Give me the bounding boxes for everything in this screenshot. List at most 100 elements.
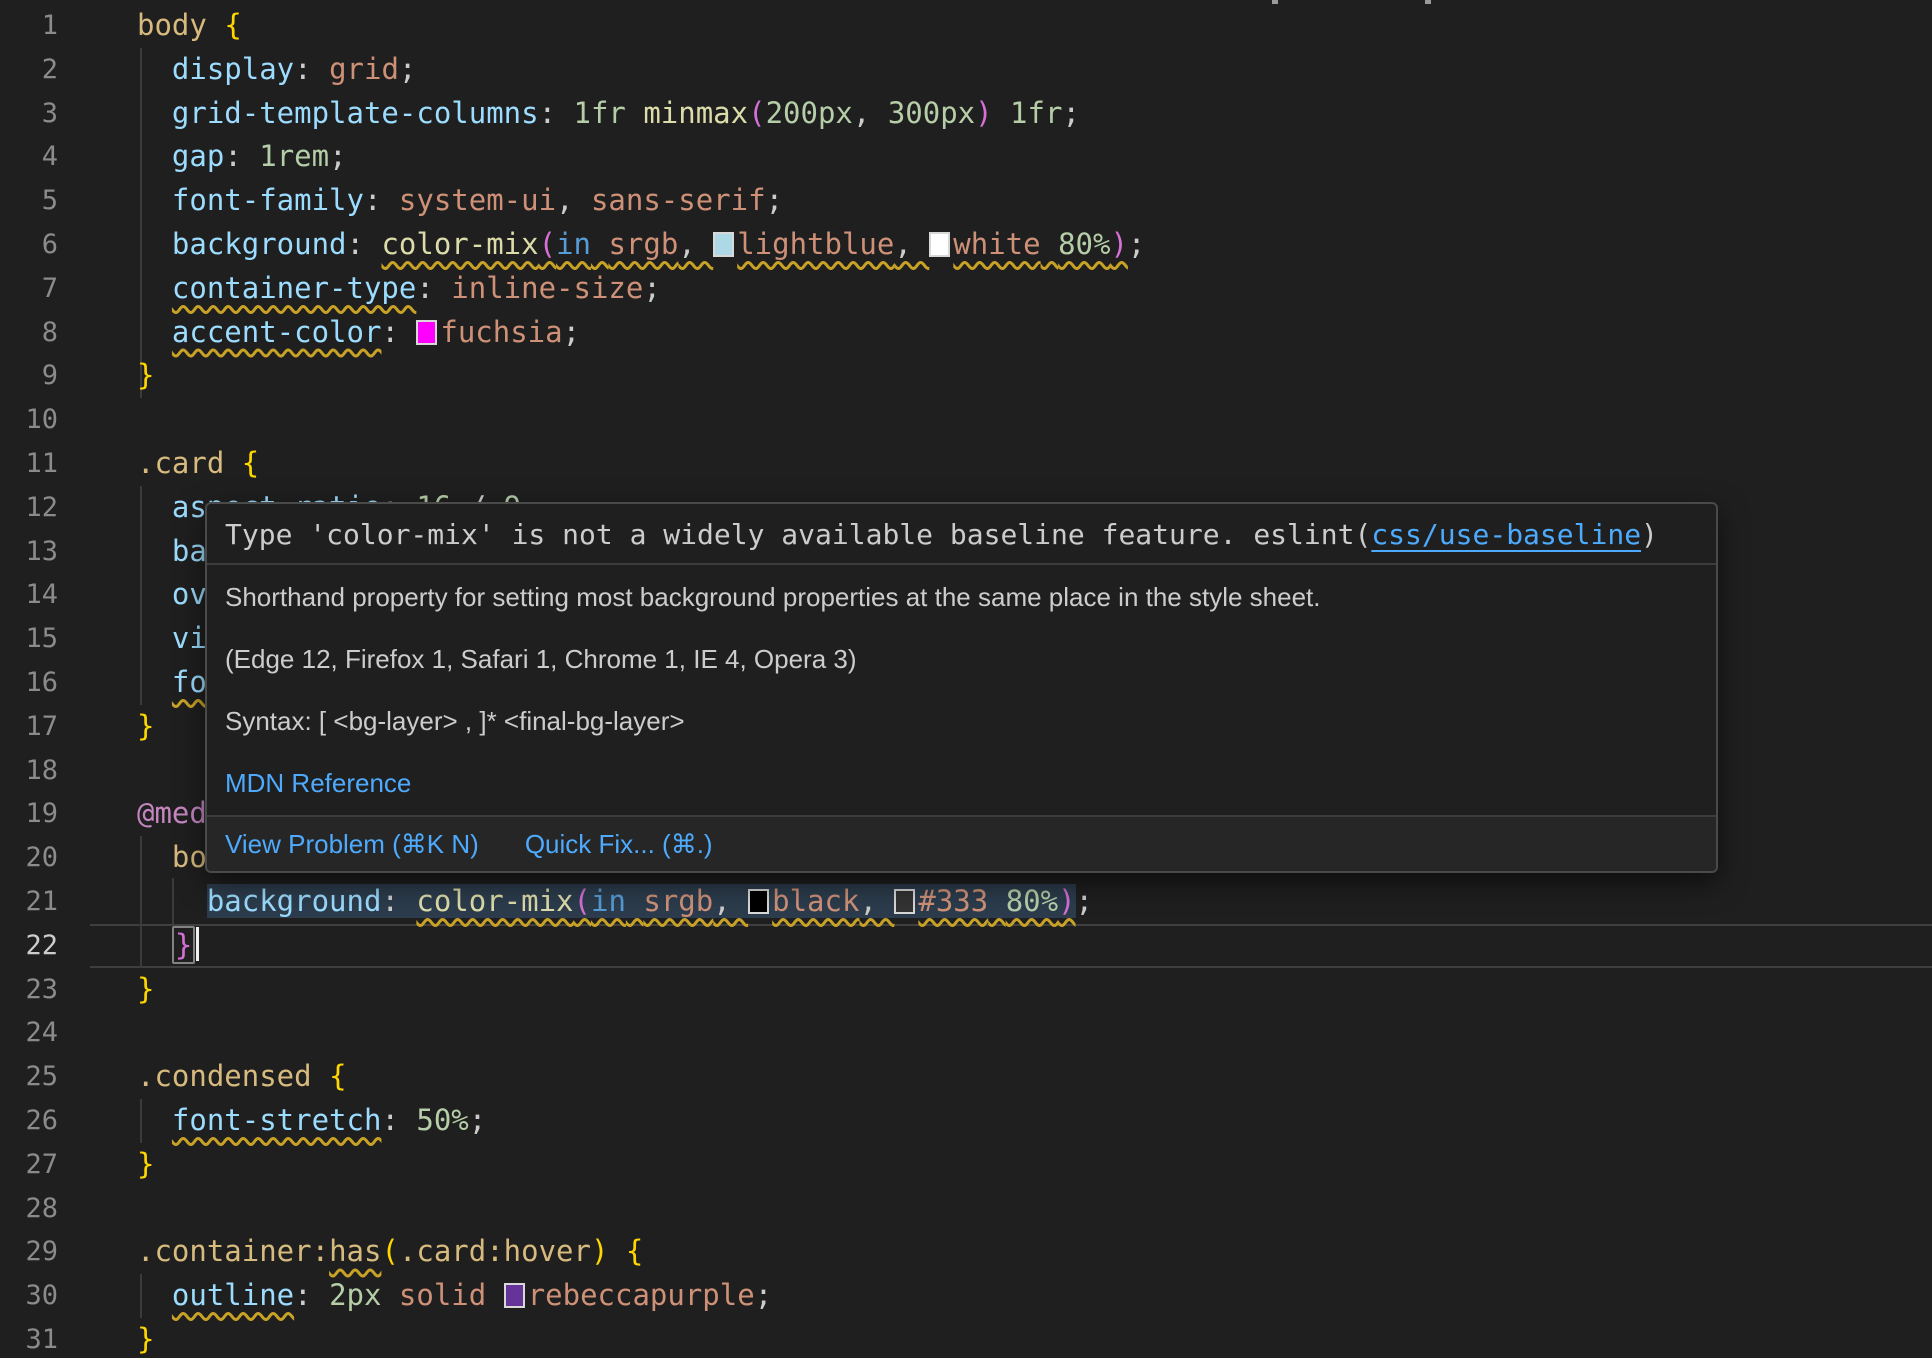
line-number[interactable]: 12: [0, 486, 58, 530]
code-line: 11 .card {: [0, 442, 1932, 486]
line-number[interactable]: 20: [0, 836, 58, 880]
code-token: fuchsia: [440, 315, 562, 349]
line-number[interactable]: 16: [0, 661, 58, 705]
code-text[interactable]: grid-template-columns: 1fr minmax(200px,…: [137, 92, 1080, 136]
code-text[interactable]: .card {: [137, 442, 259, 486]
line-number[interactable]: 5: [0, 179, 58, 223]
code-token: sans-serif: [591, 183, 766, 217]
color-swatch-icon[interactable]: [713, 232, 734, 257]
code-token: ,: [678, 227, 713, 261]
line-number[interactable]: 8: [0, 311, 58, 355]
line-number[interactable]: 11: [0, 442, 58, 486]
code-token: }: [137, 709, 154, 743]
color-swatch-icon[interactable]: [416, 320, 437, 345]
code-text[interactable]: background: color-mix(in srgb, black, #3…: [137, 880, 1093, 924]
code-text[interactable]: font-family: system-ui, sans-serif;: [137, 179, 783, 223]
eslint-rule-link[interactable]: css/use-baseline: [1371, 518, 1641, 551]
line-number[interactable]: 6: [0, 223, 58, 267]
code-text[interactable]: }: [137, 1143, 154, 1187]
code-text[interactable]: vi: [137, 617, 207, 661]
code-text[interactable]: background: color-mix(in srgb, lightblue…: [137, 223, 1145, 267]
code-token: [137, 621, 172, 655]
line-number[interactable]: 24: [0, 1011, 58, 1055]
line-number[interactable]: 13: [0, 530, 58, 574]
code-text[interactable]: body {: [137, 4, 242, 48]
color-swatch-icon[interactable]: [894, 889, 915, 914]
code-token: [137, 577, 172, 611]
code-text[interactable]: display: grid;: [137, 48, 416, 92]
line-number[interactable]: 27: [0, 1143, 58, 1187]
code-text[interactable]: }: [137, 705, 154, 749]
code-token: minmax: [643, 96, 748, 130]
code-text[interactable]: }: [137, 968, 154, 1012]
line-number[interactable]: 17: [0, 705, 58, 749]
quick-fix-action[interactable]: Quick Fix... (⌘.): [525, 829, 713, 860]
color-decorator[interactable]: [929, 227, 953, 261]
line-number[interactable]: 9: [0, 354, 58, 398]
line-number[interactable]: 10: [0, 398, 58, 442]
line-number[interactable]: 23: [0, 968, 58, 1012]
color-decorator[interactable]: [504, 1278, 528, 1312]
color-decorator[interactable]: [894, 884, 918, 918]
code-text[interactable]: font-stretch: 50%;: [137, 1099, 486, 1143]
line-number[interactable]: 3: [0, 92, 58, 136]
color-swatch-icon[interactable]: [504, 1283, 525, 1308]
code-token: .container:: [137, 1234, 329, 1268]
line-number[interactable]: 22: [0, 924, 58, 968]
code-text[interactable]: gap: 1rem;: [137, 135, 347, 179]
code-text[interactable]: }: [137, 1318, 154, 1358]
line-number[interactable]: 7: [0, 267, 58, 311]
code-text[interactable]: outline: 2px solid rebeccapurple;: [137, 1274, 772, 1318]
view-problem-action[interactable]: View Problem (⌘K N): [225, 829, 479, 860]
code-token: ): [591, 1234, 608, 1268]
line-number[interactable]: 14: [0, 573, 58, 617]
color-swatch-icon[interactable]: [929, 232, 950, 257]
color-swatch-icon[interactable]: [748, 889, 769, 914]
line-number[interactable]: 28: [0, 1187, 58, 1231]
code-token: :: [381, 1103, 416, 1137]
code-text[interactable]: .condensed {: [137, 1055, 347, 1099]
code-token: font-stretch: [172, 1103, 382, 1137]
color-decorator[interactable]: [416, 315, 440, 349]
color-decorator[interactable]: [748, 884, 772, 918]
mdn-reference-link[interactable]: MDN Reference: [225, 768, 411, 798]
code-text[interactable]: accent-color: fuchsia;: [137, 311, 580, 355]
code-token: has: [329, 1234, 381, 1268]
code-text[interactable]: container-type: inline-size;: [137, 267, 661, 311]
code-text[interactable]: ov: [137, 573, 207, 617]
code-text[interactable]: bo: [137, 836, 207, 880]
line-number[interactable]: 29: [0, 1230, 58, 1274]
color-decorator[interactable]: [713, 227, 737, 261]
code-text[interactable]: .container:has(.card:hover) {: [137, 1230, 643, 1274]
line-number[interactable]: 26: [0, 1099, 58, 1143]
line-number[interactable]: 4: [0, 135, 58, 179]
problem-message-text: Type 'color-mix' is not a widely availab…: [225, 518, 1253, 551]
line-number[interactable]: 30: [0, 1274, 58, 1318]
code-token: {: [224, 8, 241, 42]
code-text[interactable]: ba: [137, 530, 207, 574]
code-line: 23}: [0, 968, 1932, 1012]
line-number[interactable]: 18: [0, 749, 58, 793]
code-token: (: [539, 227, 556, 261]
line-number[interactable]: 2: [0, 48, 58, 92]
code-token: 2px: [329, 1278, 381, 1312]
line-number[interactable]: 15: [0, 617, 58, 661]
line-number[interactable]: 19: [0, 792, 58, 836]
code-text[interactable]: }: [137, 354, 154, 398]
code-line: 30 outline: 2px solid rebeccapurple;: [0, 1274, 1932, 1318]
code-line: 10: [0, 398, 1932, 442]
code-text[interactable]: fo: [137, 661, 207, 705]
line-number[interactable]: 21: [0, 880, 58, 924]
code-text[interactable]: @med: [137, 792, 207, 836]
code-token: .card:hover: [399, 1234, 591, 1268]
code-line: 9}: [0, 354, 1932, 398]
code-token: [137, 315, 172, 349]
line-number[interactable]: 25: [0, 1055, 58, 1099]
code-text[interactable]: }: [137, 924, 199, 968]
line-number[interactable]: 1: [0, 4, 58, 48]
line-number[interactable]: 31: [0, 1318, 58, 1358]
code-token: ba: [172, 534, 207, 568]
code-token: [137, 840, 172, 874]
code-token: ,: [713, 884, 748, 918]
code-token: grid-template-columns: [172, 96, 539, 130]
